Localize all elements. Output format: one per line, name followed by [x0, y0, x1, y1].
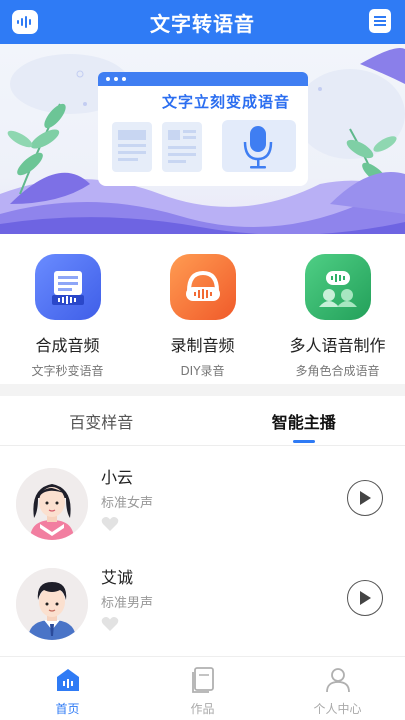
nav-label: 个人中心 — [313, 702, 362, 716]
document-to-microphone-illustration — [0, 48, 405, 234]
section-divider — [0, 384, 405, 396]
menu-icon[interactable] — [369, 9, 391, 33]
works-icon — [189, 665, 217, 695]
bottom-navigation: 首页 作品 个人中心 — [0, 656, 405, 720]
voice-list-item[interactable]: 小云 标准女声 — [0, 460, 405, 560]
voice-description: 标准女声 — [101, 496, 154, 511]
play-icon — [360, 591, 371, 605]
document-audio-icon — [34, 254, 101, 320]
feature-grid: 合成音频 文字秒变语音 录制音频 DIY录音 多人语音制作 多角色合成语音 — [0, 234, 405, 384]
favorite-heart-icon[interactable] — [101, 616, 119, 636]
multi-speaker-icon — [304, 254, 371, 320]
hero-banner[interactable]: 文字立刻变成语音 — [0, 44, 405, 234]
voice-description: 标准男声 — [101, 596, 154, 611]
feature-name: 录制音频 — [170, 336, 235, 355]
app-header: 文字转语音 — [0, 0, 405, 44]
voice-name: 小云 — [101, 468, 134, 487]
feature-sub: 文字秒变语音 — [31, 364, 104, 378]
play-button[interactable] — [347, 480, 383, 516]
voice-tabs: 百变样音 智能主播 — [0, 396, 405, 446]
voice-name: 艾诚 — [101, 568, 134, 587]
nav-home[interactable]: 首页 — [0, 657, 135, 720]
page-title: 文字转语音 — [150, 11, 255, 36]
tab-label: 智能主播 — [271, 412, 336, 432]
favorite-heart-icon[interactable] — [101, 516, 119, 536]
feature-name: 合成音频 — [35, 336, 100, 355]
play-button[interactable] — [347, 580, 383, 616]
male-avatar — [16, 568, 88, 640]
feature-sub: 多角色合成语音 — [295, 364, 380, 378]
nav-works[interactable]: 作品 — [135, 657, 270, 720]
feature-record-audio[interactable]: 录制音频 DIY录音 — [135, 234, 270, 384]
audio-wave-icon[interactable] — [12, 10, 38, 34]
headphones-icon — [169, 254, 236, 320]
tab-label: 百变样音 — [69, 412, 134, 432]
home-icon — [54, 665, 82, 695]
app-root: 文字转语音 文字立刻变成语音 合成音频 文字秒变语音 录制音频 DIY录音 多人… — [0, 0, 405, 720]
feature-sub: DIY录音 — [180, 364, 225, 378]
tab-smart-anchor[interactable]: 智能主播 — [203, 396, 405, 445]
tab-voice-samples[interactable]: 百变样音 — [0, 396, 203, 445]
nav-label: 作品 — [190, 702, 215, 716]
profile-icon — [324, 665, 352, 695]
feature-synthesize-audio[interactable]: 合成音频 文字秒变语音 — [0, 234, 135, 384]
nav-label: 首页 — [55, 702, 80, 716]
play-icon — [360, 491, 371, 505]
nav-profile[interactable]: 个人中心 — [270, 657, 405, 720]
feature-name: 多人语音制作 — [289, 336, 386, 355]
feature-multi-speaker[interactable]: 多人语音制作 多角色合成语音 — [270, 234, 405, 384]
female-avatar — [16, 468, 88, 540]
voice-list-item[interactable]: 艾诚 标准男声 — [0, 560, 405, 660]
banner-slogan: 文字立刻变成语音 — [162, 93, 291, 111]
active-tab-indicator — [292, 440, 315, 443]
